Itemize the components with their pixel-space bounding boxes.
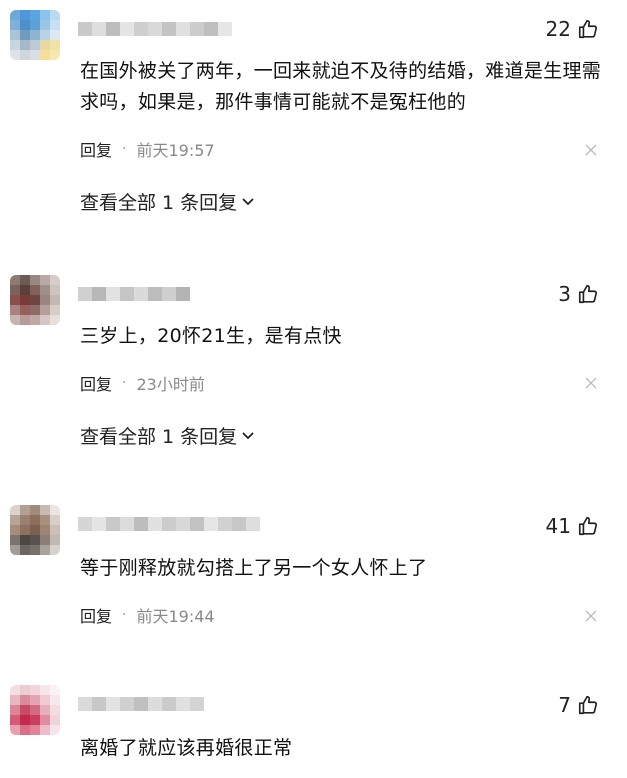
reply-button[interactable]: 回复 xyxy=(80,603,112,627)
like-control[interactable]: 41 xyxy=(546,514,599,538)
separator-dot: · xyxy=(122,607,127,623)
comment-text: 离婚了就应该再婚很正常 xyxy=(80,737,293,759)
chevron-down-icon xyxy=(242,431,254,439)
view-all-replies-button[interactable]: 查看全部 1 条回复 xyxy=(80,188,255,215)
like-control[interactable]: 22 xyxy=(546,17,599,41)
avatar[interactable] xyxy=(10,505,60,555)
view-replies-label: 查看全部 1 条回复 xyxy=(80,426,238,448)
separator-dot: · xyxy=(122,141,127,157)
close-icon[interactable] xyxy=(585,610,597,622)
username-blurred[interactable] xyxy=(78,287,190,301)
avatar[interactable] xyxy=(10,10,60,60)
thumbs-up-icon[interactable] xyxy=(577,694,599,716)
like-control[interactable]: 7 xyxy=(558,693,599,717)
comment-meta: 回复 · 23小时前 xyxy=(80,371,205,395)
thumbs-up-icon[interactable] xyxy=(577,18,599,40)
comment-meta: 回复 · 前天19:44 xyxy=(80,603,215,627)
separator-dot: · xyxy=(122,375,127,391)
username-blurred[interactable] xyxy=(78,22,232,36)
close-icon[interactable] xyxy=(585,144,597,156)
avatar[interactable] xyxy=(10,275,60,325)
reply-button[interactable]: 回复 xyxy=(80,137,112,161)
like-count: 41 xyxy=(545,514,571,538)
timestamp: 前天19:57 xyxy=(136,141,215,160)
comment-text: 等于刚释放就勾搭上了另一个女人怀上了 xyxy=(80,557,428,579)
comment-meta: 回复 · 前天19:57 xyxy=(80,137,215,161)
like-count: 7 xyxy=(558,693,571,717)
comment-text: 在国外被关了两年，一回来就迫不及待的结婚，难道是生理需求吗，如果是，那件事情可能… xyxy=(80,60,602,113)
like-count: 22 xyxy=(545,17,571,41)
comment-text: 三岁上，20怀21生，是有点快 xyxy=(80,325,342,347)
like-count: 3 xyxy=(558,282,571,306)
timestamp: 23小时前 xyxy=(136,375,205,394)
avatar[interactable] xyxy=(10,685,60,735)
chevron-down-icon xyxy=(242,197,254,205)
thumbs-up-icon[interactable] xyxy=(577,515,599,537)
username-blurred[interactable] xyxy=(78,697,204,711)
reply-button[interactable]: 回复 xyxy=(80,371,112,395)
thumbs-up-icon[interactable] xyxy=(577,283,599,305)
close-icon[interactable] xyxy=(585,377,597,389)
timestamp: 前天19:44 xyxy=(136,607,215,626)
view-all-replies-button[interactable]: 查看全部 1 条回复 xyxy=(80,422,255,449)
username-blurred[interactable] xyxy=(78,517,260,531)
like-control[interactable]: 3 xyxy=(558,282,599,306)
view-replies-label: 查看全部 1 条回复 xyxy=(80,192,238,214)
